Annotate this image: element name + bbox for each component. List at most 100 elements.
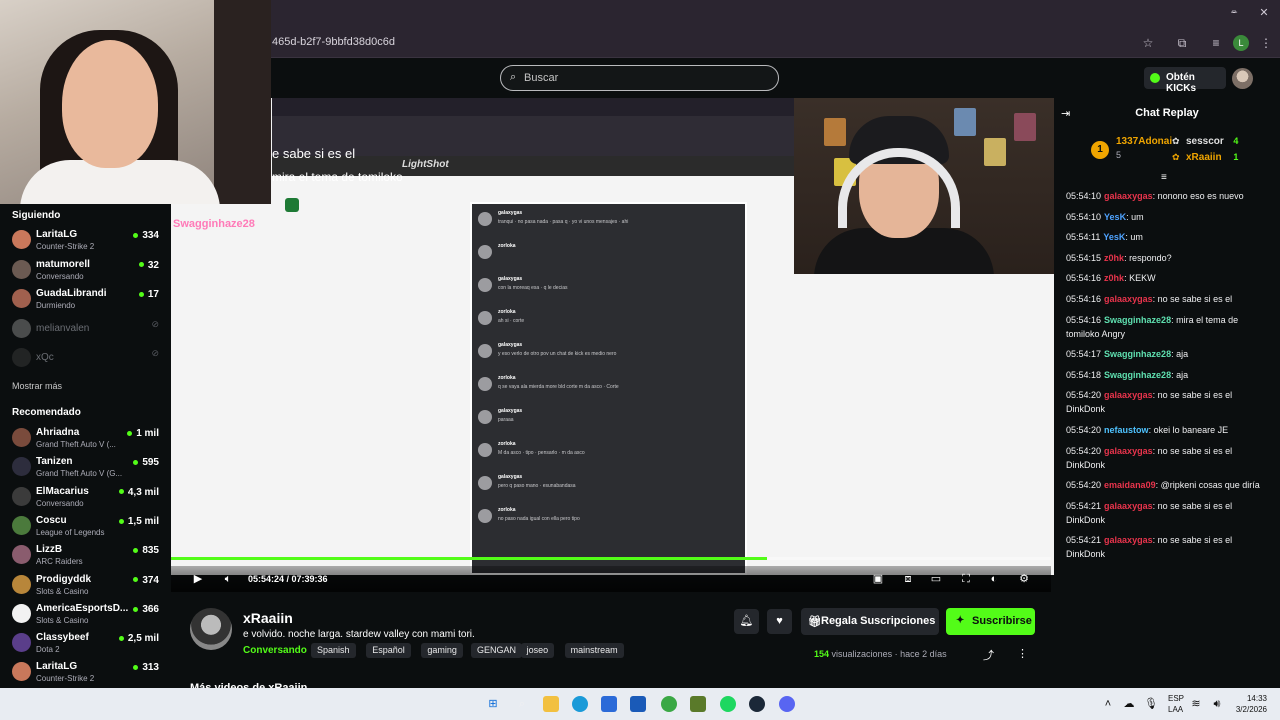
stream-tag[interactable]: GENGAN bbox=[471, 643, 523, 658]
message-username[interactable]: YesK bbox=[1103, 232, 1125, 242]
channel-category: Durmiendo bbox=[36, 301, 76, 310]
message-timestamp: 05:54:10 bbox=[1066, 211, 1102, 222]
outlook-icon[interactable] bbox=[630, 696, 646, 712]
sidebar-channel[interactable]: AmericaEsportsD... Slots & Casino 366 bbox=[0, 600, 171, 630]
stream-tag[interactable]: gaming bbox=[421, 643, 463, 658]
stream-tag[interactable]: joseo bbox=[520, 643, 555, 658]
tray-chevron-icon[interactable]: ˄ bbox=[1100, 696, 1116, 712]
video-player[interactable]: LightShot e sabe si es el mira el tema d… bbox=[171, 98, 1054, 575]
message-username[interactable]: galaaxygas bbox=[1104, 191, 1153, 201]
message-username[interactable]: galaaxygas bbox=[1104, 294, 1153, 304]
sidebar-channel[interactable]: matumorell Conversando 32 bbox=[0, 256, 171, 286]
sidebar-channel[interactable]: Tanizen Grand Theft Auto V (G... 595 bbox=[0, 453, 171, 483]
playback-time: 05:54:24 / 07:39:36 bbox=[248, 574, 328, 584]
sidebar-channel[interactable]: GuadaLibrandi Durmiendo 17 bbox=[0, 285, 171, 315]
chat-screenshot-user: zorloka bbox=[498, 309, 516, 315]
stream-category[interactable]: Conversando bbox=[243, 645, 307, 656]
message-username[interactable]: galaaxygas bbox=[1104, 535, 1153, 545]
tray-icon[interactable]: ☁ bbox=[1121, 696, 1137, 712]
miniplayer-icon[interactable]: ▣ bbox=[871, 572, 885, 586]
search-taskbar-icon[interactable]: ⌕ bbox=[514, 696, 530, 712]
message-username[interactable]: galaaxygas bbox=[1104, 390, 1153, 400]
spotify-icon[interactable] bbox=[720, 696, 736, 712]
sidebar-channel[interactable]: Classybeef Dota 2 2,5 mil bbox=[0, 629, 171, 659]
channel-avatar[interactable] bbox=[190, 608, 232, 650]
volume-icon[interactable]: 🔈︎ bbox=[221, 572, 235, 586]
restore-button[interactable]: ▫ bbox=[1224, 6, 1244, 22]
notification-bell-button[interactable]: 🔔︎ bbox=[734, 609, 759, 634]
leaderboard-name[interactable]: xRaaiin bbox=[1186, 152, 1222, 163]
clock-date[interactable]: 3/2/2026 bbox=[1233, 705, 1267, 714]
fullscreen-icon[interactable]: ⛶ bbox=[959, 572, 973, 586]
sidebar-channel[interactable]: Coscu League of Legends 1,5 mil bbox=[0, 512, 171, 542]
pinned-toggle-icon[interactable]: ≡ bbox=[1161, 172, 1167, 183]
message-username[interactable]: Swagginhaze28 bbox=[1104, 370, 1171, 380]
steam-icon[interactable] bbox=[749, 696, 765, 712]
sidebar-channel[interactable]: ElMacarius Conversando 4,3 mil bbox=[0, 483, 171, 513]
views-info: 154 visualizaciones · hace 2 días bbox=[814, 649, 947, 659]
stream-tag[interactable]: Spanish bbox=[311, 643, 356, 658]
extensions-icon[interactable]: ⧉ bbox=[1174, 35, 1190, 51]
message-username[interactable]: YesK bbox=[1104, 212, 1126, 222]
sidebar-channel[interactable]: Ahriadna Grand Theft Auto V (... 1 mil bbox=[0, 424, 171, 454]
file-explorer-icon[interactable] bbox=[543, 696, 559, 712]
message-username[interactable]: emaidana09 bbox=[1104, 480, 1156, 490]
stream-tag[interactable]: Español bbox=[366, 643, 411, 658]
channel-info: xRaaiin e volvido. noche larga. stardew … bbox=[171, 592, 1054, 694]
leaderboard-name[interactable]: sesscor bbox=[1186, 136, 1224, 147]
sidebar-channel[interactable]: melianvalen ⊘ bbox=[0, 315, 171, 345]
sidebar-channel[interactable]: LaritaLG Counter-Strike 2 334 bbox=[0, 226, 171, 256]
close-window-button[interactable]: ✕ bbox=[1254, 6, 1274, 22]
browser-menu-icon[interactable]: ⋮ bbox=[1258, 35, 1274, 51]
gift-subs-button[interactable]: 🎁︎ Regala Suscripciones bbox=[801, 608, 939, 635]
keyboard-layout[interactable]: LAA bbox=[1168, 705, 1183, 714]
url-text[interactable]: 465d-b2f7-9bbfd38d0c6d bbox=[272, 36, 395, 48]
share-icon[interactable]: ⤴ bbox=[983, 647, 994, 663]
lightshot-label: LightShot bbox=[402, 159, 449, 170]
media-icon[interactable]: ≡ bbox=[1208, 35, 1224, 51]
settings-icon[interactable]: ⚙ bbox=[1017, 572, 1031, 586]
star-icon[interactable]: ☆ bbox=[1140, 35, 1156, 51]
mic-icon[interactable]: 🎙︎ bbox=[1143, 696, 1159, 712]
get-kicks-button[interactable]: Obtén KICKs bbox=[1144, 67, 1226, 94]
user-avatar[interactable] bbox=[1232, 68, 1253, 89]
progress-bar[interactable] bbox=[171, 557, 1051, 560]
channel-name[interactable]: xRaaiin bbox=[243, 610, 293, 626]
sidebar-channel[interactable]: LizzB ARC Raiders 835 bbox=[0, 541, 171, 571]
minecraft-icon[interactable] bbox=[690, 696, 706, 712]
message-username[interactable]: galaaxygas bbox=[1104, 446, 1153, 456]
message-text: : no se sabe si es el bbox=[1152, 293, 1233, 304]
viewer-webcam-overlay bbox=[0, 0, 271, 204]
sidebar-channel[interactable]: LaritaLG Counter-Strike 2 313 bbox=[0, 658, 171, 688]
more-options-icon[interactable]: ⋮ bbox=[1017, 647, 1028, 660]
clock-time[interactable]: 14:33 bbox=[1233, 694, 1267, 703]
store-icon[interactable] bbox=[601, 696, 617, 712]
wifi-icon[interactable]: ≋ bbox=[1188, 696, 1204, 712]
show-more-link[interactable]: Mostrar más bbox=[12, 381, 62, 391]
follow-button[interactable]: ♥ bbox=[767, 609, 792, 634]
profile-avatar[interactable]: L bbox=[1233, 35, 1249, 51]
clip-icon[interactable]: ⧈ bbox=[901, 572, 915, 586]
chat-screenshot-text: paraaa bbox=[498, 417, 514, 423]
keyboard-language[interactable]: ESP bbox=[1168, 694, 1184, 703]
play-icon[interactable]: ▶ bbox=[191, 572, 205, 586]
sidebar-channel[interactable]: Prodigyddk Slots & Casino 374 bbox=[0, 571, 171, 601]
chrome-icon[interactable] bbox=[661, 696, 677, 712]
discord-icon[interactable] bbox=[779, 696, 795, 712]
leaderboard-name[interactable]: 1337Adonai bbox=[1116, 136, 1172, 147]
sidebar-channel[interactable]: xQc ⊘ bbox=[0, 344, 171, 374]
message-username[interactable]: z0hk bbox=[1104, 273, 1124, 283]
theater-icon[interactable]: ▭ bbox=[929, 572, 943, 586]
volume-tray-icon[interactable]: 🔊︎ bbox=[1209, 696, 1225, 712]
search-input[interactable]: ⌕ Buscar bbox=[500, 65, 779, 91]
edge-icon[interactable] bbox=[572, 696, 588, 712]
subscribe-button[interactable]: ✦ Suscribirse bbox=[946, 608, 1035, 635]
message-username[interactable]: Swagginhaze28 bbox=[1104, 349, 1171, 359]
message-username[interactable]: Swagginhaze28 bbox=[1104, 315, 1171, 325]
stream-tag[interactable]: mainstream bbox=[564, 643, 624, 658]
start-icon[interactable]: ⊞ bbox=[485, 696, 501, 712]
message-username[interactable]: z0hk bbox=[1104, 253, 1124, 263]
message-username[interactable]: galaaxygas bbox=[1104, 501, 1153, 511]
pip-icon[interactable]: ◐ bbox=[987, 572, 1001, 586]
message-username[interactable]: nefaustow bbox=[1104, 425, 1149, 435]
